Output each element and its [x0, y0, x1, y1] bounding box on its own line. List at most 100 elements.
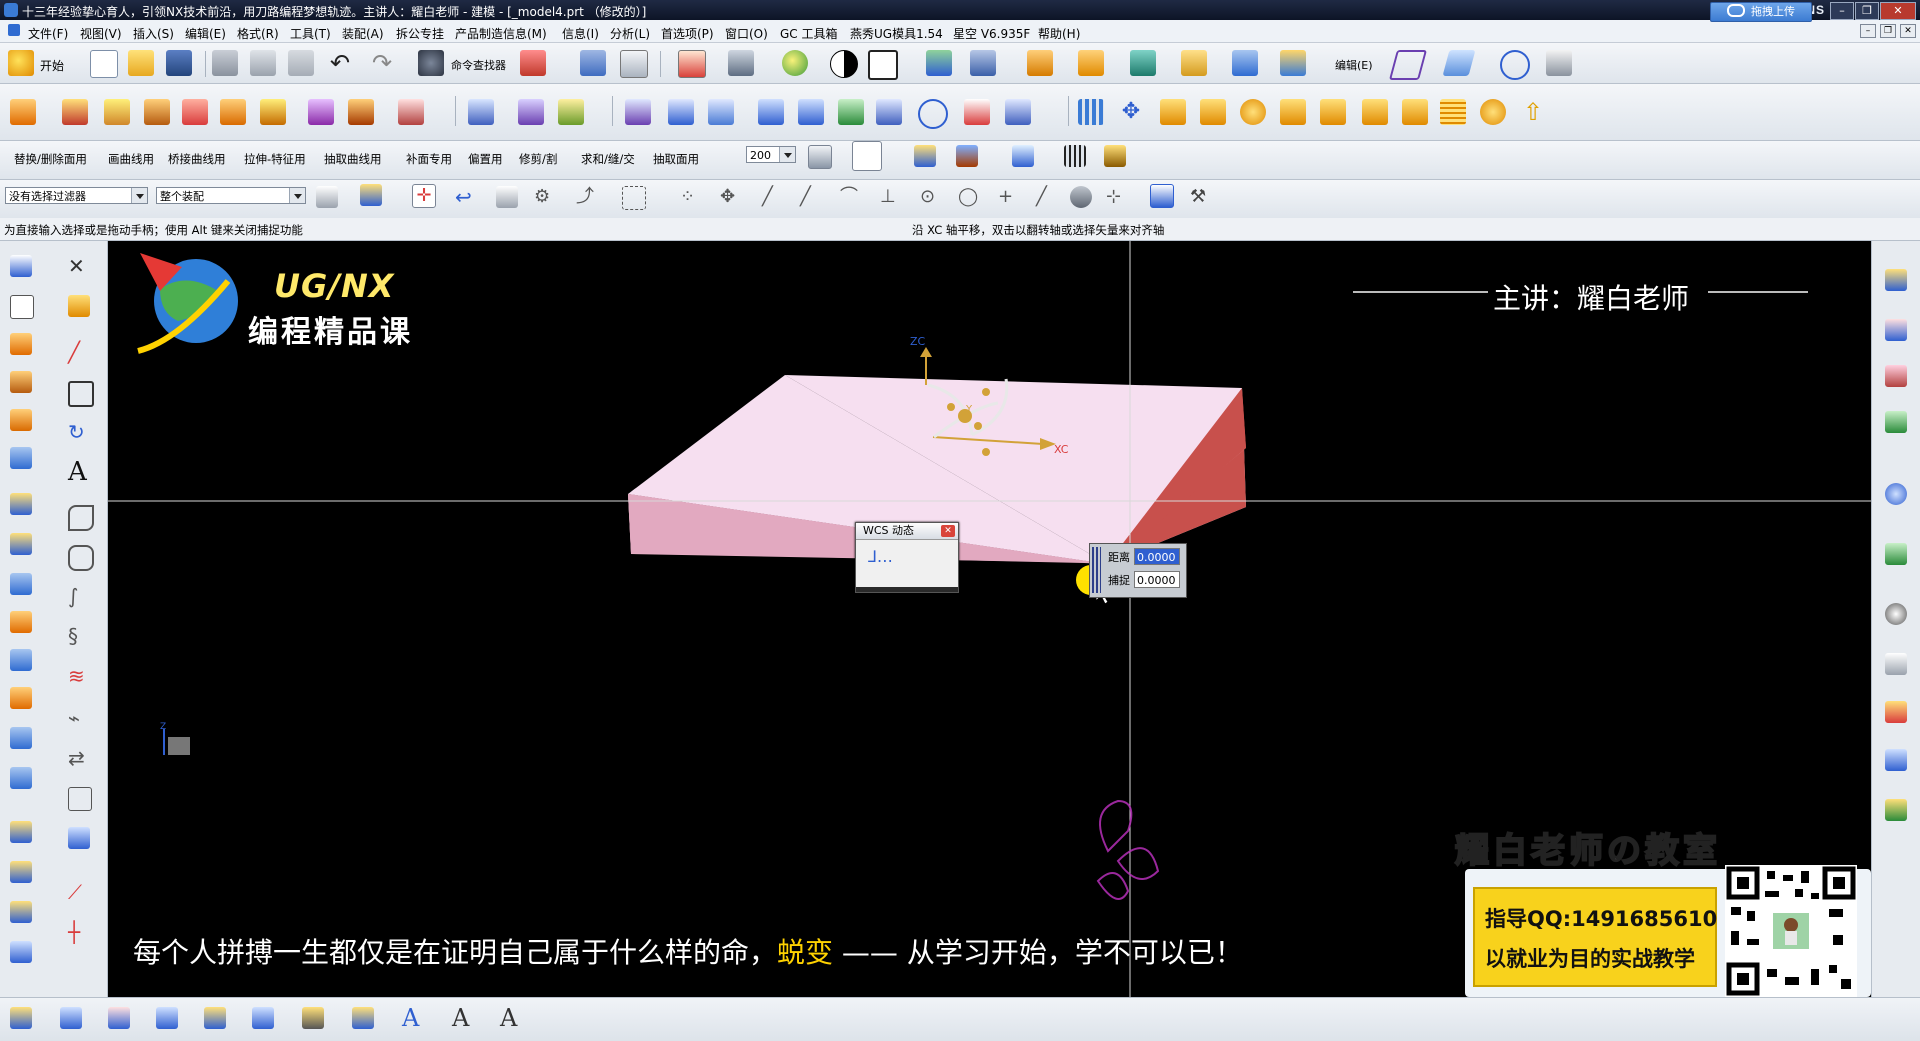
snap-on-face-icon[interactable]	[1070, 186, 1092, 208]
edit-dropdown[interactable]: 编辑(E)	[1335, 57, 1373, 73]
offset-left-icon[interactable]	[10, 533, 32, 555]
mesh-surface-icon[interactable]	[758, 99, 784, 125]
label-icon[interactable]: A	[452, 1006, 474, 1030]
edit-text-icon[interactable]: A	[500, 1006, 522, 1030]
snap-on-curve-icon[interactable]: ╱	[1036, 186, 1058, 208]
command-finder-icon[interactable]	[418, 50, 444, 76]
layout-icon[interactable]	[620, 50, 648, 78]
menu-mold-split[interactable]: 拆公专挂	[396, 25, 444, 42]
snap-line-icon[interactable]: ╱	[762, 186, 784, 208]
surface-finish-icon[interactable]	[204, 1007, 226, 1029]
history-icon[interactable]	[1885, 543, 1907, 565]
filter-settings-icon[interactable]	[316, 186, 338, 208]
split-body-icon[interactable]	[398, 99, 424, 125]
new-file-icon[interactable]	[90, 50, 118, 78]
dimension-icon[interactable]	[60, 1007, 82, 1029]
project-left-icon[interactable]: ⌁	[68, 707, 90, 729]
slider-icon[interactable]	[1280, 99, 1306, 125]
rect-select-icon[interactable]	[622, 186, 646, 210]
menu-edit[interactable]: 编辑(E)	[185, 25, 226, 42]
move-wcs-icon[interactable]	[914, 145, 936, 167]
offset-region-icon[interactable]	[518, 99, 544, 125]
part-navigator-icon[interactable]	[1885, 365, 1907, 387]
rect-left-icon[interactable]	[68, 381, 94, 407]
trim-left-icon[interactable]: ✕	[68, 255, 90, 277]
reuse-library-icon[interactable]	[1885, 411, 1907, 433]
snap-input[interactable]: 0.0000	[1134, 571, 1180, 588]
btn-extract-curve[interactable]: 抽取曲线用	[324, 151, 382, 167]
shell-icon[interactable]	[308, 99, 334, 125]
note-icon[interactable]: A	[402, 1006, 424, 1030]
graphics-window[interactable]: ZC XC Y Z UG/NX 编程精品课 主讲：耀白老师 每个人拼搏一生都仅是…	[108, 241, 1871, 997]
layer-left-icon[interactable]	[10, 821, 32, 843]
doc-restore-button[interactable]: ❐	[1880, 24, 1896, 38]
menu-xingkong[interactable]: 星空 V6.935F	[953, 25, 1030, 42]
studio-surface-icon[interactable]	[798, 99, 824, 125]
datum-feature-icon[interactable]	[108, 1007, 130, 1029]
boolean-left-icon[interactable]	[10, 493, 32, 515]
view-list-icon[interactable]	[808, 145, 832, 169]
save-icon[interactable]	[166, 50, 192, 76]
boss-icon[interactable]	[144, 99, 170, 125]
menu-app-icon[interactable]	[8, 24, 20, 36]
fillet-left-icon[interactable]	[68, 505, 94, 531]
palette-icon[interactable]	[1885, 799, 1907, 821]
pmi-icon[interactable]	[10, 1007, 32, 1029]
extract-left-icon[interactable]	[68, 787, 92, 811]
ejector-icon[interactable]	[1200, 99, 1226, 125]
snap-bound-icon[interactable]: ⊹	[1106, 186, 1128, 208]
menu-view[interactable]: 视图(V)	[80, 25, 122, 42]
menu-gc-toolbox[interactable]: GC 工具箱	[780, 25, 838, 42]
revolve-icon[interactable]	[62, 99, 88, 125]
sew-left-icon[interactable]	[10, 767, 32, 789]
offset-face-icon[interactable]	[1181, 50, 1207, 76]
return-icon[interactable]: ↩	[455, 186, 477, 208]
menu-help[interactable]: 帮助(H)	[1038, 25, 1080, 42]
rectangle-icon[interactable]	[10, 295, 34, 319]
menu-assembly[interactable]: 装配(A)	[342, 25, 384, 42]
cut-icon[interactable]	[212, 50, 238, 76]
csys-icon[interactable]: ⅃…	[868, 547, 893, 566]
btn-extrude-feature[interactable]: 拉伸-特征用	[244, 151, 306, 167]
measure-distance-icon[interactable]	[1012, 145, 1034, 167]
distance-input[interactable]: 0.0000	[1134, 548, 1180, 565]
snap-arc-icon[interactable]: ⌒	[840, 186, 862, 208]
stack-icon[interactable]	[302, 1007, 324, 1029]
snap-endpoint-icon[interactable]: ⁘	[680, 186, 702, 208]
assembly-icon[interactable]	[970, 50, 996, 76]
mold-base-icon[interactable]	[1160, 99, 1186, 125]
render-style-icon[interactable]	[728, 50, 754, 76]
sprue-icon[interactable]	[1402, 99, 1428, 125]
zoom-select[interactable]: 200	[746, 146, 796, 163]
sweep-left-icon[interactable]	[10, 649, 32, 671]
menu-insert[interactable]: 插入(S)	[133, 25, 174, 42]
wcs-dynamic-icon[interactable]	[1150, 184, 1174, 208]
btn-draw-curve[interactable]: 画曲线用	[108, 151, 154, 167]
measure-icon[interactable]	[1546, 50, 1572, 76]
cooling-icon[interactable]	[1480, 99, 1506, 125]
snap-view-icon[interactable]	[580, 50, 606, 76]
snap-points-icon[interactable]	[852, 141, 882, 171]
book-left-icon[interactable]	[10, 573, 32, 595]
block-feature-icon[interactable]	[1027, 50, 1053, 76]
menu-info[interactable]: 信息(I)	[562, 25, 599, 42]
system-materials-icon[interactable]	[1885, 653, 1907, 675]
text-left-icon[interactable]: A	[68, 459, 90, 485]
locating-ring-icon[interactable]	[1240, 99, 1266, 125]
up-arrow-icon[interactable]: ⇧	[1520, 99, 1546, 125]
draft-icon[interactable]	[182, 99, 208, 125]
paste-icon[interactable]	[288, 50, 314, 76]
select-feature-icon[interactable]	[360, 184, 382, 206]
point-left-icon[interactable]	[68, 295, 90, 317]
through-curves-icon[interactable]	[668, 99, 694, 125]
btn-trim-split[interactable]: 修剪/割	[519, 151, 557, 167]
tools-icon[interactable]: ⚒	[1190, 186, 1212, 208]
btn-replace-delete-face[interactable]: 替换/删除面用	[14, 151, 87, 167]
insert-icon[interactable]	[1320, 99, 1346, 125]
arc-left-icon[interactable]: ↻	[68, 421, 90, 443]
bom-icon[interactable]	[1440, 99, 1466, 125]
snap-intersection-icon[interactable]: ⊥	[880, 186, 902, 208]
constraint-navigator-icon[interactable]	[1885, 319, 1907, 341]
extrude-icon[interactable]	[10, 99, 36, 125]
select-body-icon[interactable]	[496, 186, 518, 208]
